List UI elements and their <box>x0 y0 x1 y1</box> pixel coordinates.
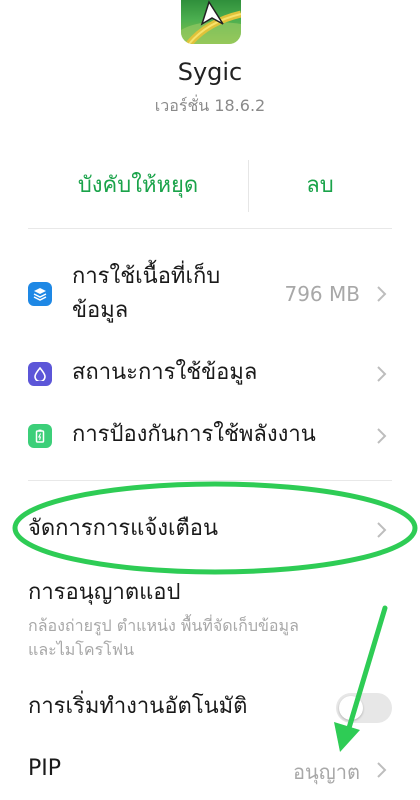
manage-notifications-label: จัดการการแจ้งเตือน <box>28 516 219 541</box>
delete-button[interactable]: ลบ <box>250 150 390 222</box>
actions-divider <box>248 160 249 212</box>
chevron-right-icon <box>377 286 387 302</box>
chevron-right-icon <box>377 428 387 444</box>
toggle-knob <box>339 696 363 720</box>
annotation-arrow-head <box>334 722 360 752</box>
manage-notifications-row[interactable]: จัดการการแจ้งเตือน <box>0 512 420 548</box>
app-permissions-label: การอนุญาตแอป <box>28 580 181 605</box>
sygic-app-icon <box>181 0 241 44</box>
pip-value: อนุญาต <box>293 760 360 784</box>
droplet-icon <box>28 362 52 386</box>
autostart-toggle[interactable] <box>336 693 392 723</box>
pip-row[interactable]: PIP อนุญาต <box>0 752 420 788</box>
app-permissions-row[interactable]: การอนุญาตแอป กล้องถ่ายรูป ตำแหน่ง พื้นที… <box>0 576 420 668</box>
storage-usage-value: 796 MB <box>284 282 360 306</box>
autostart-row: การเริ่มทำงานอัตโนมัติ <box>0 690 420 726</box>
chevron-right-icon <box>377 522 387 538</box>
app-actions: บังคับให้หยุด ลบ <box>0 150 420 222</box>
app-permissions-sub-line2: และไมโครโฟน <box>28 640 135 659</box>
divider <box>28 480 392 481</box>
app-permissions-sub-line1: กล้องถ่ายรูป ตำแหน่ง พื้นที่จัดเก็บข้อมู… <box>28 616 299 635</box>
storage-usage-label-line2: ข้อมูล <box>72 298 129 323</box>
battery-saving-row[interactable]: การป้องกันการใช้พลังงาน <box>0 418 420 454</box>
data-usage-label: สถานะการใช้ข้อมูล <box>72 360 258 385</box>
app-name: Sygic <box>177 58 243 86</box>
navigation-arrow-icon <box>181 0 241 44</box>
pip-label: PIP <box>28 756 62 781</box>
annotation-overlay <box>12 481 418 752</box>
storage-usage-row[interactable]: การใช้เนื้อที่เก็บ ข้อมูล 796 MB <box>0 258 420 330</box>
battery-saving-label: การป้องกันการใช้พลังงาน <box>72 422 316 447</box>
battery-icon <box>28 424 52 448</box>
autostart-label: การเริ่มทำงานอัตโนมัติ <box>28 694 248 719</box>
force-stop-button[interactable]: บังคับให้หยุด <box>28 150 248 222</box>
layers-icon <box>28 282 52 306</box>
app-version: เวอร์ชั่น 18.6.2 <box>154 96 266 115</box>
chevron-right-icon <box>377 366 387 382</box>
divider <box>28 228 392 229</box>
storage-usage-label-line1: การใช้เนื้อที่เก็บ <box>72 264 221 289</box>
data-usage-row[interactable]: สถานะการใช้ข้อมูล <box>0 356 420 392</box>
chevron-right-icon <box>377 762 387 778</box>
